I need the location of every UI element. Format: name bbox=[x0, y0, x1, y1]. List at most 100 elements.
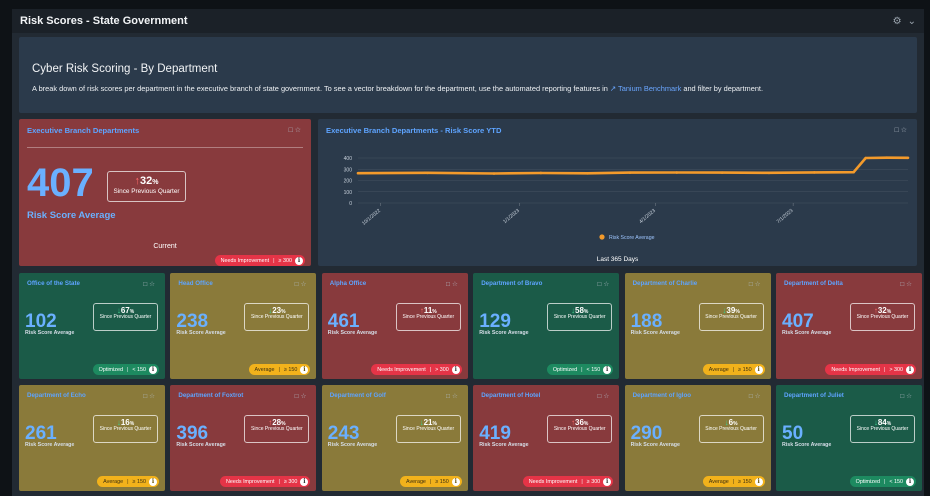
department-tile: Department of Bravo □☆ 129 Risk Score Avera… bbox=[473, 273, 620, 379]
badge-range: ≥ 150 bbox=[283, 366, 298, 373]
star-icon[interactable]: ☆ bbox=[755, 281, 763, 288]
info-icon[interactable]: i bbox=[603, 477, 612, 486]
info-icon[interactable]: i bbox=[754, 477, 763, 486]
intro-text: A break down of risk scores per departme… bbox=[32, 84, 763, 93]
tile-label: Risk Score Average bbox=[25, 330, 75, 336]
tile-label: Risk Score Average bbox=[479, 330, 529, 336]
star-icon[interactable]: ☆ bbox=[755, 393, 763, 400]
badge-range: < 150 bbox=[889, 478, 903, 485]
badge-range: ≥ 150 bbox=[132, 478, 146, 485]
tile-title: Office of the State bbox=[27, 280, 80, 287]
department-tile: Alpha Office □☆ 461 Risk Score Average ↑11% S… bbox=[321, 273, 468, 379]
series-point bbox=[539, 171, 543, 175]
badge-status: Optimized bbox=[552, 366, 578, 373]
info-icon[interactable]: i bbox=[149, 365, 157, 374]
star-icon[interactable]: ☆ bbox=[603, 281, 611, 288]
tile-since: Since Previous Quarter bbox=[99, 426, 152, 432]
y-tick-label: 400 bbox=[344, 156, 353, 162]
exec-change-unit: % bbox=[152, 179, 159, 186]
intro-heading: Cyber Risk Scoring - By Department bbox=[32, 63, 218, 75]
status-badge: Needs Improvement | ≥ 300 i bbox=[214, 255, 305, 266]
department-tile: Head Office □☆ 238 Risk Score Average ↓23% Si… bbox=[170, 273, 317, 379]
star-icon[interactable]: ☆ bbox=[452, 393, 460, 400]
window-title: Risk Scores - State Government bbox=[20, 15, 188, 27]
tile-title: Department of Hotel bbox=[481, 392, 541, 399]
department-tile: Department of Echo □☆ 261 Risk Score Averag… bbox=[19, 385, 165, 491]
chevron-down-icon[interactable]: ⌄ bbox=[908, 16, 916, 27]
window-titlebar: Risk Scores - State Government ⚙ ⌄ bbox=[12, 9, 924, 33]
series-point bbox=[356, 171, 360, 175]
info-icon[interactable]: i bbox=[149, 477, 157, 486]
badge-range: < 150 bbox=[132, 366, 146, 373]
department-tile: Department of Hotel □☆ 419 Risk Score Avera… bbox=[473, 385, 620, 491]
tile-change-box: ↓6% Since Previous Quarter bbox=[698, 415, 764, 443]
tile-label: Risk Score Average bbox=[479, 442, 529, 448]
dashboard-frame: Risk Scores - State Government ⚙ ⌄ Cyber… bbox=[0, 0, 930, 496]
series-point bbox=[864, 156, 867, 160]
tile-change-box: ↓39% Since Previous Quarter bbox=[698, 303, 764, 331]
tile-change-box: ↓67% Since Previous Quarter bbox=[93, 303, 158, 331]
legend-marker bbox=[599, 234, 605, 240]
status-badge: Average | ≥ 150 i bbox=[248, 364, 311, 375]
tile-change-box: ↓58% Since Previous Quarter bbox=[547, 303, 613, 331]
series-point bbox=[628, 171, 632, 174]
ytd-line-chart: 400 300 200 100 0 10/1/2022 1/1/2023 4/1/2023 7/… bbox=[344, 156, 910, 241]
star-icon[interactable]: ☆ bbox=[603, 393, 611, 400]
department-tile: Department of Foxtrot □☆ 396 Risk Score Ave… bbox=[170, 385, 317, 491]
badge-range: > 300 bbox=[889, 366, 903, 373]
tile-change-box: ↓16% Since Previous Quarter bbox=[93, 415, 158, 443]
tanium-benchmark-link[interactable]: Tanium Benchmark bbox=[618, 84, 681, 93]
exec-since: Since Previous Quarter bbox=[113, 188, 180, 195]
info-icon[interactable]: i bbox=[451, 365, 460, 374]
tile-change-box: ↑11% Since Previous Quarter bbox=[395, 303, 461, 331]
tile-label: Risk Score Average bbox=[327, 442, 378, 448]
star-icon[interactable]: ☆ bbox=[149, 393, 157, 400]
series-point bbox=[720, 171, 724, 174]
info-icon[interactable]: i bbox=[754, 365, 763, 374]
info-icon[interactable]: i bbox=[300, 477, 309, 486]
department-tile: Department of Golf □☆ 243 Risk Score Averag… bbox=[321, 385, 468, 491]
star-icon[interactable]: ☆ bbox=[295, 127, 303, 134]
badge-status: Needs Improvement bbox=[225, 478, 275, 485]
series-point bbox=[852, 170, 855, 174]
status-badge: Needs Improvement | ≥ 300 i bbox=[522, 476, 614, 487]
exec-summary-panel: Executive Branch Departments □☆ 407 ↑32%… bbox=[19, 119, 311, 266]
info-icon[interactable]: i bbox=[451, 477, 460, 486]
status-badge: Needs Improvement | > 300 i bbox=[825, 364, 916, 375]
tile-since: Since Previous Quarter bbox=[856, 426, 909, 432]
info-icon[interactable]: i bbox=[906, 477, 914, 486]
star-icon[interactable]: ☆ bbox=[452, 281, 460, 288]
tile-since: Since Previous Quarter bbox=[856, 314, 909, 320]
tile-title: Department of Juliet bbox=[784, 392, 844, 399]
tile-change-box: ↓84% Since Previous Quarter bbox=[850, 415, 915, 443]
tile-change-box: ↑32% Since Previous Quarter bbox=[850, 303, 915, 331]
star-icon[interactable]: ☆ bbox=[149, 281, 157, 288]
tile-change-box: ↓23% Since Previous Quarter bbox=[244, 303, 310, 331]
tile-label: Risk Score Average bbox=[782, 442, 832, 448]
status-badge: Needs Improvement | > 300 i bbox=[371, 364, 462, 375]
tile-title: Department of Delta bbox=[784, 280, 843, 287]
status-badge: Average | ≥ 150 i bbox=[702, 476, 765, 487]
ytd-chart-panel: Executive Branch Departments - Risk Scor… bbox=[318, 119, 917, 266]
info-icon[interactable]: i bbox=[300, 365, 309, 374]
tile-since: Since Previous Quarter bbox=[251, 426, 303, 432]
gear-icon[interactable]: ⚙ bbox=[893, 16, 902, 27]
tile-since: Since Previous Quarter bbox=[251, 314, 303, 320]
star-icon[interactable]: ☆ bbox=[301, 281, 309, 288]
star-icon[interactable]: ☆ bbox=[301, 393, 309, 400]
badge-status: Average bbox=[103, 478, 124, 485]
info-icon[interactable]: i bbox=[295, 256, 303, 265]
series-point bbox=[675, 171, 679, 174]
department-tile: Department of Delta □☆ 407 Risk Score Avera… bbox=[776, 273, 922, 379]
star-icon[interactable]: ☆ bbox=[906, 393, 914, 400]
y-tick-label: 200 bbox=[344, 179, 353, 185]
exec-title: Executive Branch Departments bbox=[27, 126, 140, 135]
info-icon[interactable]: i bbox=[603, 365, 612, 374]
tile-title: Department of Echo bbox=[27, 392, 86, 399]
star-icon[interactable]: ☆ bbox=[906, 281, 914, 288]
info-icon[interactable]: i bbox=[906, 365, 914, 374]
series-point bbox=[885, 156, 889, 159]
department-tile: Department of Juliet □☆ 50 Risk Score Avera… bbox=[776, 385, 922, 491]
intro-panel: Cyber Risk Scoring - By Department A bre… bbox=[19, 37, 917, 113]
status-badge: Needs Improvement | ≥ 300 i bbox=[219, 476, 311, 487]
